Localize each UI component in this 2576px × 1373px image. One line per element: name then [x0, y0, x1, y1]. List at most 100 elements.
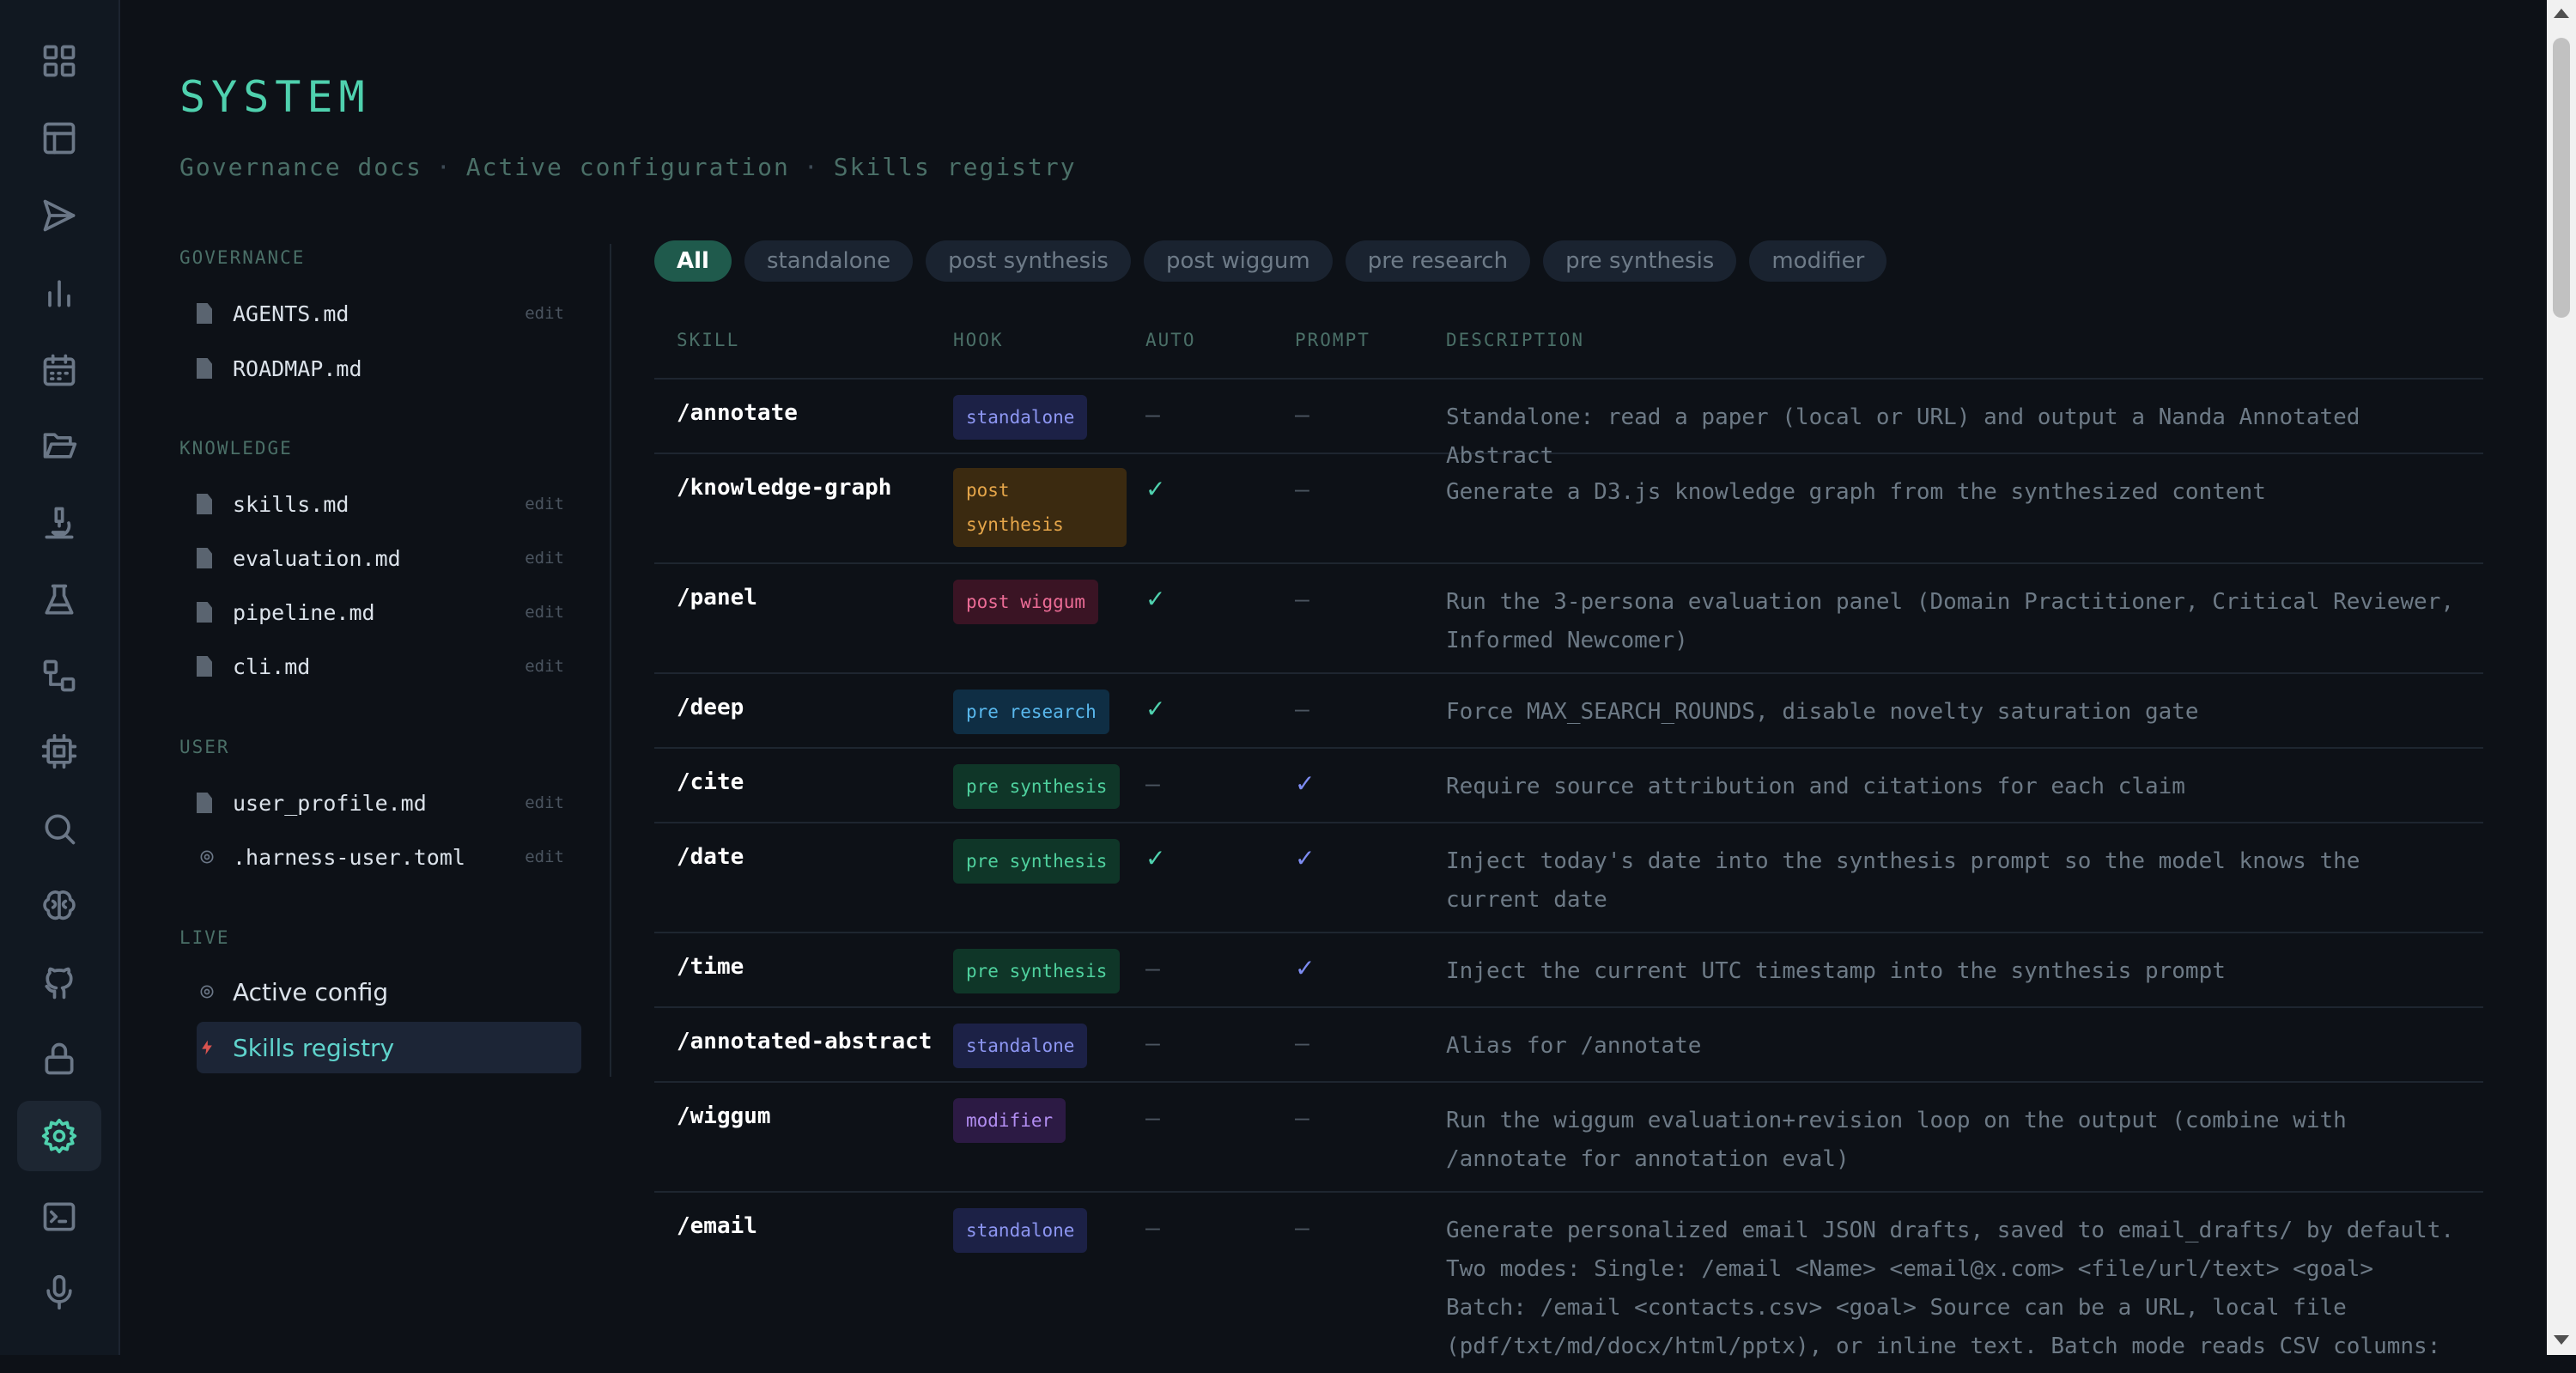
- file-icon: [197, 494, 212, 514]
- auto-indicator: ✓: [1145, 844, 1166, 872]
- doc-item-cli[interactable]: cli.md edit: [197, 643, 581, 690]
- breadcrumb-governance-docs[interactable]: Governance docs: [179, 153, 422, 181]
- hook-badge: pre synthesis: [953, 764, 1121, 809]
- hook-filter-chips: All standalone post synthesis post wiggu…: [654, 240, 1887, 282]
- doc-item-roadmap[interactable]: ROADMAP.md: [197, 345, 581, 392]
- page-scrollbar[interactable]: [2547, 0, 2576, 1355]
- github-icon[interactable]: [17, 948, 101, 1018]
- table-row[interactable]: /annotate standalone — — Standalone: rea…: [654, 380, 2483, 469]
- chip-icon[interactable]: [17, 716, 101, 787]
- doc-item-skills[interactable]: skills.md edit: [197, 481, 581, 527]
- hook-badge: standalone: [953, 1208, 1088, 1253]
- panel-divider: [610, 244, 611, 1077]
- dashboard-icon[interactable]: [17, 26, 101, 96]
- prompt-indicator: —: [1295, 400, 1309, 428]
- calendar-icon[interactable]: [17, 335, 101, 405]
- edit-link[interactable]: edit: [525, 657, 564, 676]
- gear-icon: [197, 981, 217, 1002]
- table-row[interactable]: /deep pre research ✓ — Force MAX_SEARCH_…: [654, 674, 2483, 749]
- prompt-indicator: —: [1295, 695, 1309, 723]
- doc-item-agents[interactable]: AGENTS.md edit: [197, 290, 581, 337]
- doc-item-name: .harness-user.toml: [233, 844, 465, 870]
- breadcrumb-active-configuration[interactable]: Active configuration: [466, 153, 790, 181]
- filter-chip-post-synthesis[interactable]: post synthesis: [926, 240, 1131, 282]
- column-header-hook: HOOK: [953, 330, 1004, 350]
- terminal-icon[interactable]: [17, 1182, 101, 1252]
- microphone-icon[interactable]: [17, 1257, 101, 1327]
- folder-icon[interactable]: [17, 410, 101, 481]
- doc-item-pipeline[interactable]: pipeline.md edit: [197, 589, 581, 635]
- doc-item-evaluation[interactable]: evaluation.md edit: [197, 535, 581, 581]
- filter-chip-pre-research[interactable]: pre research: [1345, 240, 1531, 282]
- doc-item-skills-registry[interactable]: Skills registry: [197, 1022, 581, 1073]
- scroll-down-arrow[interactable]: [2554, 1335, 2569, 1345]
- section-label-knowledge: KNOWLEDGE: [179, 438, 293, 459]
- table-row[interactable]: /time pre synthesis — ✓ Inject the curre…: [654, 933, 2483, 1008]
- table-row[interactable]: /panel post wiggum ✓ — Run the 3-persona…: [654, 564, 2483, 674]
- microscope-icon[interactable]: [17, 488, 101, 558]
- lock-icon[interactable]: [17, 1024, 101, 1094]
- breadcrumb-skills-registry[interactable]: Skills registry: [834, 153, 1077, 181]
- doc-item-harness-user[interactable]: .harness-user.toml edit: [197, 834, 581, 880]
- scroll-up-arrow[interactable]: [2554, 9, 2569, 18]
- search-icon[interactable]: [17, 793, 101, 864]
- prompt-indicator: ✓: [1295, 769, 1315, 798]
- filter-chip-standalone[interactable]: standalone: [744, 240, 914, 282]
- scroll-thumb[interactable]: [2553, 38, 2570, 318]
- auto-indicator: —: [1145, 769, 1160, 798]
- filter-chip-post-wiggum[interactable]: post wiggum: [1143, 240, 1333, 282]
- auto-indicator: —: [1145, 954, 1160, 982]
- hook-badge: post synthesis: [953, 468, 1127, 547]
- bar-chart-icon[interactable]: [17, 258, 101, 328]
- edit-link[interactable]: edit: [525, 495, 564, 513]
- skill-description: Run the wiggum evaluation+revision loop …: [1446, 1108, 2347, 1172]
- hook-cell: pre synthesis: [953, 839, 1121, 884]
- auto-indicator: ✓: [1145, 475, 1166, 503]
- breadcrumb: Governance docs · Active configuration · Ski…: [179, 153, 1077, 181]
- table-header: SKILL HOOK AUTO PROMPT DESCRIPTION: [654, 318, 2483, 380]
- skill-description: Inject today's date into the synthesis p…: [1446, 848, 2360, 913]
- doc-item-active-config[interactable]: Active config: [197, 969, 581, 1015]
- table-row[interactable]: /wiggum modifier — — Run the wiggum eval…: [654, 1083, 2483, 1193]
- edit-link[interactable]: edit: [525, 793, 564, 812]
- edit-link[interactable]: edit: [525, 304, 564, 323]
- filter-chip-modifier[interactable]: modifier: [1749, 240, 1887, 282]
- brain-icon[interactable]: [17, 871, 101, 941]
- edit-link[interactable]: edit: [525, 549, 564, 568]
- gear-icon[interactable]: [17, 1101, 101, 1171]
- column-header-auto: AUTO: [1145, 330, 1196, 350]
- doc-item-name: pipeline.md: [233, 599, 375, 625]
- prompt-indicator: ✓: [1295, 954, 1315, 982]
- edit-link[interactable]: edit: [525, 847, 564, 866]
- table-row[interactable]: /date pre synthesis ✓ ✓ Inject today's d…: [654, 823, 2483, 933]
- hook-cell: post synthesis: [953, 468, 1127, 547]
- table-row[interactable]: /knowledge-graph post synthesis ✓ — Gene…: [654, 454, 2483, 564]
- table-row[interactable]: /cite pre synthesis — ✓ Require source a…: [654, 749, 2483, 823]
- edit-link[interactable]: edit: [525, 603, 564, 622]
- skill-description: Generate a D3.js knowledge graph from th…: [1446, 479, 2266, 505]
- table-row[interactable]: /email standalone — — Generate personali…: [654, 1193, 2483, 1373]
- doc-item-user-profile[interactable]: user_profile.md edit: [197, 780, 581, 826]
- doc-item-name: cli.md: [233, 653, 311, 679]
- table-icon[interactable]: [17, 103, 101, 173]
- file-icon: [197, 548, 212, 568]
- doc-item-name: evaluation.md: [233, 545, 401, 571]
- breadcrumb-separator: ·: [435, 153, 453, 181]
- table-row[interactable]: /annotated-abstract standalone — — Alias…: [654, 1008, 2483, 1083]
- filter-chip-all[interactable]: All: [654, 240, 732, 282]
- column-header-description: DESCRIPTION: [1446, 330, 1585, 350]
- hook-cell: pre synthesis: [953, 949, 1121, 993]
- flask-icon[interactable]: [17, 565, 101, 635]
- doc-item-name: Skills registry: [233, 1033, 395, 1062]
- section-label-governance: GOVERNANCE: [179, 247, 306, 268]
- file-icon: [197, 303, 212, 324]
- skill-description: Require source attribution and citations…: [1446, 774, 2185, 799]
- hook-cell: post wiggum: [953, 580, 1099, 624]
- auto-indicator: —: [1145, 1103, 1160, 1132]
- hook-badge: modifier: [953, 1098, 1066, 1143]
- hook-badge: post wiggum: [953, 580, 1099, 624]
- send-icon[interactable]: [17, 180, 101, 251]
- doc-item-name: ROADMAP.md: [233, 355, 362, 381]
- workflow-icon[interactable]: [17, 641, 101, 711]
- filter-chip-pre-synthesis[interactable]: pre synthesis: [1543, 240, 1737, 282]
